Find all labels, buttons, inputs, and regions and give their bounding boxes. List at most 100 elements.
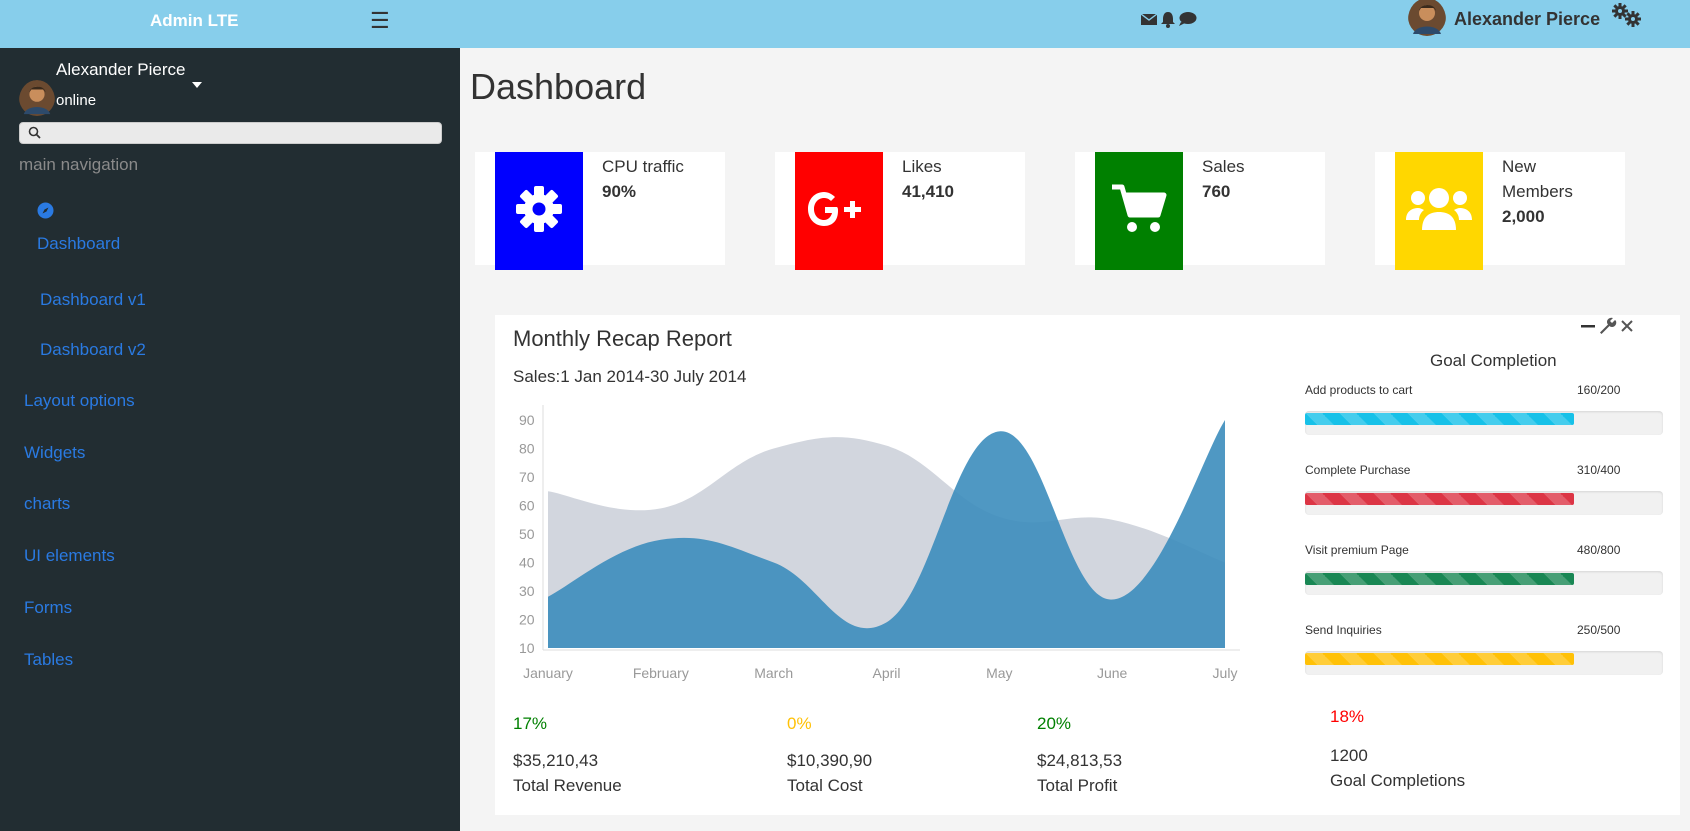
sidebar-item-charts[interactable]: charts xyxy=(24,494,70,514)
stat-amount: $10,390,90 xyxy=(787,751,873,770)
sidebar-item-dashboard-v2[interactable]: Dashboard v2 xyxy=(40,340,146,360)
sidebar-item-dashboard-v1[interactable]: Dashboard v1 xyxy=(40,290,146,310)
info-box-number: 90% xyxy=(602,182,637,201)
info-box-cpu-traffic: CPU traffic 90% xyxy=(475,152,725,270)
progress-fill xyxy=(1305,573,1574,585)
sidebar: Alexander Pierce online main navigation … xyxy=(0,48,460,831)
info-box-icon-bg xyxy=(795,152,883,270)
stat-label: Total Cost xyxy=(787,776,863,795)
y-tick-label: 60 xyxy=(519,498,535,514)
info-box-content: CPU traffic 90% xyxy=(602,154,684,204)
info-box-icon-bg xyxy=(1095,152,1183,270)
x-tick-label: January xyxy=(523,665,573,681)
gear-icon xyxy=(514,184,564,239)
sidebar-item-layout-options[interactable]: Layout options xyxy=(24,391,135,411)
wrench-icon[interactable] xyxy=(1599,317,1617,340)
nav-header: main navigation xyxy=(19,155,139,174)
progress-track xyxy=(1305,651,1663,675)
bell-icon[interactable] xyxy=(1160,11,1176,28)
progress-track xyxy=(1305,491,1663,515)
x-tick-label: February xyxy=(633,665,689,681)
y-tick-label: 20 xyxy=(519,612,535,628)
goal-label: Visit premium Page xyxy=(1305,543,1409,557)
info-box-number: 760 xyxy=(1202,182,1231,201)
stat-total-revenue: 17% $35,210,43 Total Revenue xyxy=(513,714,622,798)
info-box-label: CPU traffic xyxy=(602,157,684,176)
envelope-icon[interactable] xyxy=(1140,11,1158,28)
x-tick-label: May xyxy=(986,665,1012,681)
y-tick-label: 80 xyxy=(519,441,535,457)
goal-label: Add products to cart xyxy=(1305,383,1413,397)
hamburger-icon[interactable]: ☰ xyxy=(370,8,390,34)
search-icon xyxy=(28,126,41,144)
info-box-label: New xyxy=(1502,157,1537,176)
stat-total-cost: 0% $10,390,90 Total Cost xyxy=(787,714,872,798)
goal-value: 480/800 xyxy=(1577,543,1621,557)
stat-amount: $24,813,53 xyxy=(1037,751,1123,770)
minus-icon[interactable] xyxy=(1580,318,1596,339)
goal-count: 1200 Goal Completions xyxy=(1330,743,1465,793)
info-box-label: Members xyxy=(1502,182,1573,201)
box-tools xyxy=(1580,317,1634,340)
x-tick-label: March xyxy=(754,665,793,681)
avatar xyxy=(19,80,55,121)
info-box-content: Sales 760 xyxy=(1202,154,1245,204)
compass-icon[interactable] xyxy=(37,202,54,224)
sidebar-item-widgets[interactable]: Widgets xyxy=(24,443,85,463)
gears-icon[interactable] xyxy=(1610,2,1644,33)
x-tick-label: July xyxy=(1213,665,1238,681)
report-title: Monthly Recap Report xyxy=(513,326,732,351)
stat-label: Total Revenue xyxy=(513,776,622,795)
goal-value: 250/500 xyxy=(1577,623,1621,637)
stat-percent: 17% xyxy=(513,714,548,733)
info-box-likes: Likes 41,410 xyxy=(775,152,1025,270)
info-box-label: Likes xyxy=(902,157,942,176)
google-plus-icon xyxy=(806,187,872,236)
stat-label: Total Profit xyxy=(1037,776,1118,795)
search-input[interactable] xyxy=(46,124,436,142)
sidebar-item-forms[interactable]: Forms xyxy=(24,598,72,618)
avatar xyxy=(1408,0,1446,41)
sidebar-item-tables[interactable]: Tables xyxy=(24,650,73,670)
sidebar-user-name: Alexander Pierce xyxy=(56,60,186,79)
info-box-number: 2,000 xyxy=(1502,207,1545,226)
page-title: Dashboard xyxy=(470,66,647,107)
goal-count-number: 1200 xyxy=(1330,746,1368,765)
info-box-new-members: New Members 2,000 xyxy=(1375,152,1625,270)
sidebar-item-dashboard[interactable]: Dashboard xyxy=(37,234,120,254)
goal-value: 310/400 xyxy=(1577,463,1621,477)
stat-total-profit: 20% $24,813,53 Total Profit xyxy=(1037,714,1122,798)
sales-chart: 10 20 30 40 50 60 70 80 90 January February March Ap… xyxy=(513,400,1243,700)
comment-icon[interactable] xyxy=(1178,11,1197,28)
info-box-icon-bg xyxy=(495,152,583,270)
gear-hole xyxy=(532,202,546,215)
progress-fill xyxy=(1305,493,1574,505)
y-tick-label: 10 xyxy=(519,640,535,656)
brand-logo[interactable]: Admin LTE xyxy=(150,11,238,31)
y-tick-label: 30 xyxy=(519,583,535,599)
y-tick-label: 40 xyxy=(519,555,535,571)
stat-percent: 0% xyxy=(787,714,812,733)
goal-label: Send Inquiries xyxy=(1305,623,1382,637)
users-icon xyxy=(1406,184,1472,239)
x-tick-label: April xyxy=(872,665,900,681)
chevron-down-icon[interactable] xyxy=(192,82,202,88)
monthly-recap-report: Monthly Recap Report Sales:1 Jan 2014-30… xyxy=(495,315,1680,815)
top-user-menu[interactable]: Alexander Pierce xyxy=(1408,0,1600,38)
info-box-number: 41,410 xyxy=(902,182,954,201)
top-navbar: Admin LTE ☰ Alexander Pierce xyxy=(0,0,1690,48)
top-user-name: Alexander Pierce xyxy=(1454,8,1601,29)
progress-fill xyxy=(1305,653,1574,665)
progress-track xyxy=(1305,571,1663,595)
progress-track xyxy=(1305,411,1663,435)
close-icon[interactable] xyxy=(1620,319,1634,338)
sidebar-search xyxy=(19,122,442,144)
goal-label: Complete Purchase xyxy=(1305,463,1411,477)
info-box-icon-bg xyxy=(1395,152,1483,270)
sidebar-item-ui-elements[interactable]: UI elements xyxy=(24,546,115,566)
goal-count-label: Goal Completions xyxy=(1330,771,1466,790)
info-box-content: Likes 41,410 xyxy=(902,154,954,204)
info-box-label: Sales xyxy=(1202,157,1245,176)
y-tick-label: 90 xyxy=(519,412,535,428)
stat-percent: 20% xyxy=(1037,714,1072,733)
